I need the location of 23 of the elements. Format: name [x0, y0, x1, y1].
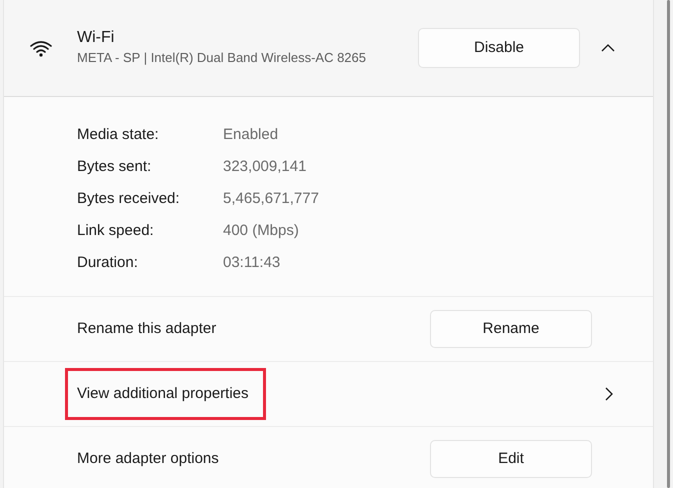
row-button[interactable]: Rename: [430, 310, 592, 348]
detail-label: Duration:: [77, 252, 139, 273]
detail-value: 323,009,141: [223, 156, 306, 177]
detail-label: Link speed:: [77, 220, 155, 241]
chevron-icon[interactable]: [601, 44, 615, 52]
row-label: View additional properties: [65, 368, 266, 420]
detail-label: Bytes received:: [77, 188, 181, 209]
detail-value: 400 (Mbps): [223, 220, 299, 241]
detail-value: Enabled: [223, 124, 278, 145]
adapter-name: Wi-Fi: [77, 28, 116, 48]
wifi-icon: [30, 40, 52, 56]
scrollbar[interactable]: [667, 0, 670, 488]
row-label: More adapter options: [77, 448, 219, 469]
chevron-icon[interactable]: [605, 387, 613, 401]
settings-row[interactable]: View additional properties: [4, 362, 653, 427]
row-label: Rename this adapter: [77, 318, 216, 339]
row-button[interactable]: Edit: [430, 440, 592, 478]
detail-value: 5,465,671,777: [223, 188, 319, 209]
detail-value: 03:11:43: [223, 252, 280, 273]
detail-label: Bytes sent:: [77, 156, 152, 177]
disable-button[interactable]: Disable: [418, 28, 580, 68]
detail-label: Media state:: [77, 124, 160, 145]
adapter-description: META - SP | Intel(R) Dual Band Wireless-AC 8265: [77, 49, 367, 67]
